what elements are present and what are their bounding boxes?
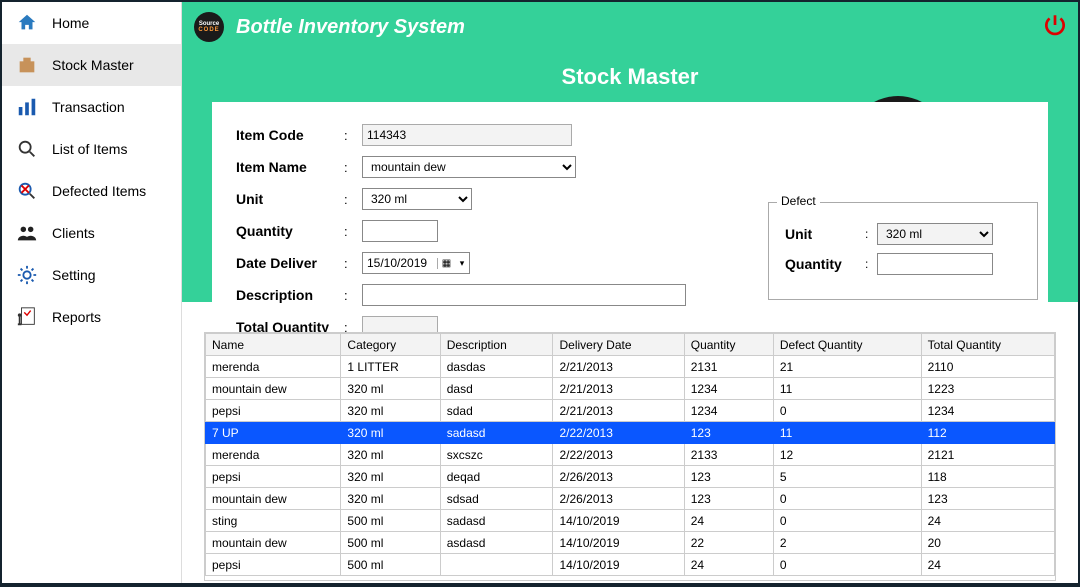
stock-icon xyxy=(12,53,42,77)
chart-icon xyxy=(12,95,42,119)
nav-item-defected-items[interactable]: Defected Items xyxy=(2,170,181,212)
nav-label: Transaction xyxy=(52,99,125,115)
quantity-label: Quantity xyxy=(236,223,344,239)
nav-item-transaction[interactable]: Transaction xyxy=(2,86,181,128)
unit-label: Unit xyxy=(236,191,344,207)
defect-unit-select[interactable]: 320 ml xyxy=(877,223,993,245)
description-label: Description xyxy=(236,287,344,303)
nav-label: Setting xyxy=(52,267,96,283)
nav-item-home[interactable]: Home xyxy=(2,2,181,44)
table-row[interactable]: mountain dew500 mlasdasd14/10/201922220 xyxy=(206,532,1055,554)
description-input[interactable] xyxy=(362,284,686,306)
nav-item-stock-master[interactable]: Stock Master xyxy=(2,44,181,86)
nav-label: Reports xyxy=(52,309,101,325)
defect-qty-input[interactable] xyxy=(877,253,993,275)
unit-select[interactable]: 320 ml xyxy=(362,188,472,210)
defect-qty-label: Quantity xyxy=(785,256,865,272)
page-title: Stock Master xyxy=(182,52,1078,102)
quantity-input[interactable] xyxy=(362,220,438,242)
nav-label: Stock Master xyxy=(52,57,134,73)
date-picker[interactable]: 15/10/2019▦▾ xyxy=(362,252,470,274)
nav-label: Defected Items xyxy=(52,183,146,199)
nav-item-list-of-items[interactable]: List of Items xyxy=(2,128,181,170)
col-header[interactable]: Quantity xyxy=(684,334,773,356)
col-header[interactable]: Name xyxy=(206,334,341,356)
table-row[interactable]: mountain dew320 mlsdsad2/26/20131230123 xyxy=(206,488,1055,510)
item-name-select[interactable]: mountain dew xyxy=(362,156,576,178)
nav-item-reports[interactable]: Reports xyxy=(2,296,181,338)
table-row[interactable]: pepsi320 mlsdad2/21/2013123401234 xyxy=(206,400,1055,422)
col-header[interactable]: Defect Quantity xyxy=(773,334,921,356)
defect-unit-label: Unit xyxy=(785,226,865,242)
item-code-input[interactable] xyxy=(362,124,572,146)
table-row[interactable]: mountain dew320 mldasd2/21/2013123411122… xyxy=(206,378,1055,400)
defect-icon xyxy=(12,179,42,203)
col-header[interactable]: Category xyxy=(341,334,440,356)
app-title: Bottle Inventory System xyxy=(236,16,465,39)
nav-item-setting[interactable]: Setting xyxy=(2,254,181,296)
col-header[interactable]: Description xyxy=(440,334,553,356)
calendar-icon: ▦ xyxy=(437,258,455,269)
date-label: Date Deliver xyxy=(236,255,344,271)
table-row[interactable]: sting500 mlsadasd14/10/201924024 xyxy=(206,510,1055,532)
app-logo-icon: SourceCODE xyxy=(194,12,224,42)
header: SourceCODE Bottle Inventory System xyxy=(182,2,1078,52)
col-header[interactable]: Total Quantity xyxy=(921,334,1054,356)
col-header[interactable]: Delivery Date xyxy=(553,334,684,356)
power-button[interactable] xyxy=(1042,12,1068,43)
gear-icon xyxy=(12,263,42,287)
item-code-label: Item Code xyxy=(236,127,344,143)
table-row[interactable]: pepsi320 mldeqad2/26/20131235118 xyxy=(206,466,1055,488)
item-name-label: Item Name xyxy=(236,159,344,175)
nav-item-clients[interactable]: Clients xyxy=(2,212,181,254)
table-row[interactable]: merenda320 mlsxcszc2/22/20132133122121 xyxy=(206,444,1055,466)
data-table[interactable]: NameCategoryDescriptionDelivery DateQuan… xyxy=(204,332,1056,581)
report-icon xyxy=(12,305,42,329)
home-icon xyxy=(12,11,42,35)
sidebar: Home Stock Master Transaction List of Items… xyxy=(2,2,182,583)
table-row[interactable]: 7 UP320 mlsadasd2/22/201312311112 xyxy=(206,422,1055,444)
chevron-down-icon: ▾ xyxy=(455,258,469,269)
defect-legend: Defect xyxy=(777,194,820,208)
table-row[interactable]: pepsi500 ml14/10/201924024 xyxy=(206,554,1055,576)
table-row[interactable]: merenda1 LITTERdasdas2/21/20132131212110 xyxy=(206,356,1055,378)
people-icon xyxy=(12,221,42,245)
search-icon xyxy=(12,137,42,161)
defect-panel: Defect Unit : 320 ml Quantity : xyxy=(768,202,1038,300)
nav-label: Clients xyxy=(52,225,95,241)
nav-label: Home xyxy=(52,15,89,31)
nav-label: List of Items xyxy=(52,141,127,157)
